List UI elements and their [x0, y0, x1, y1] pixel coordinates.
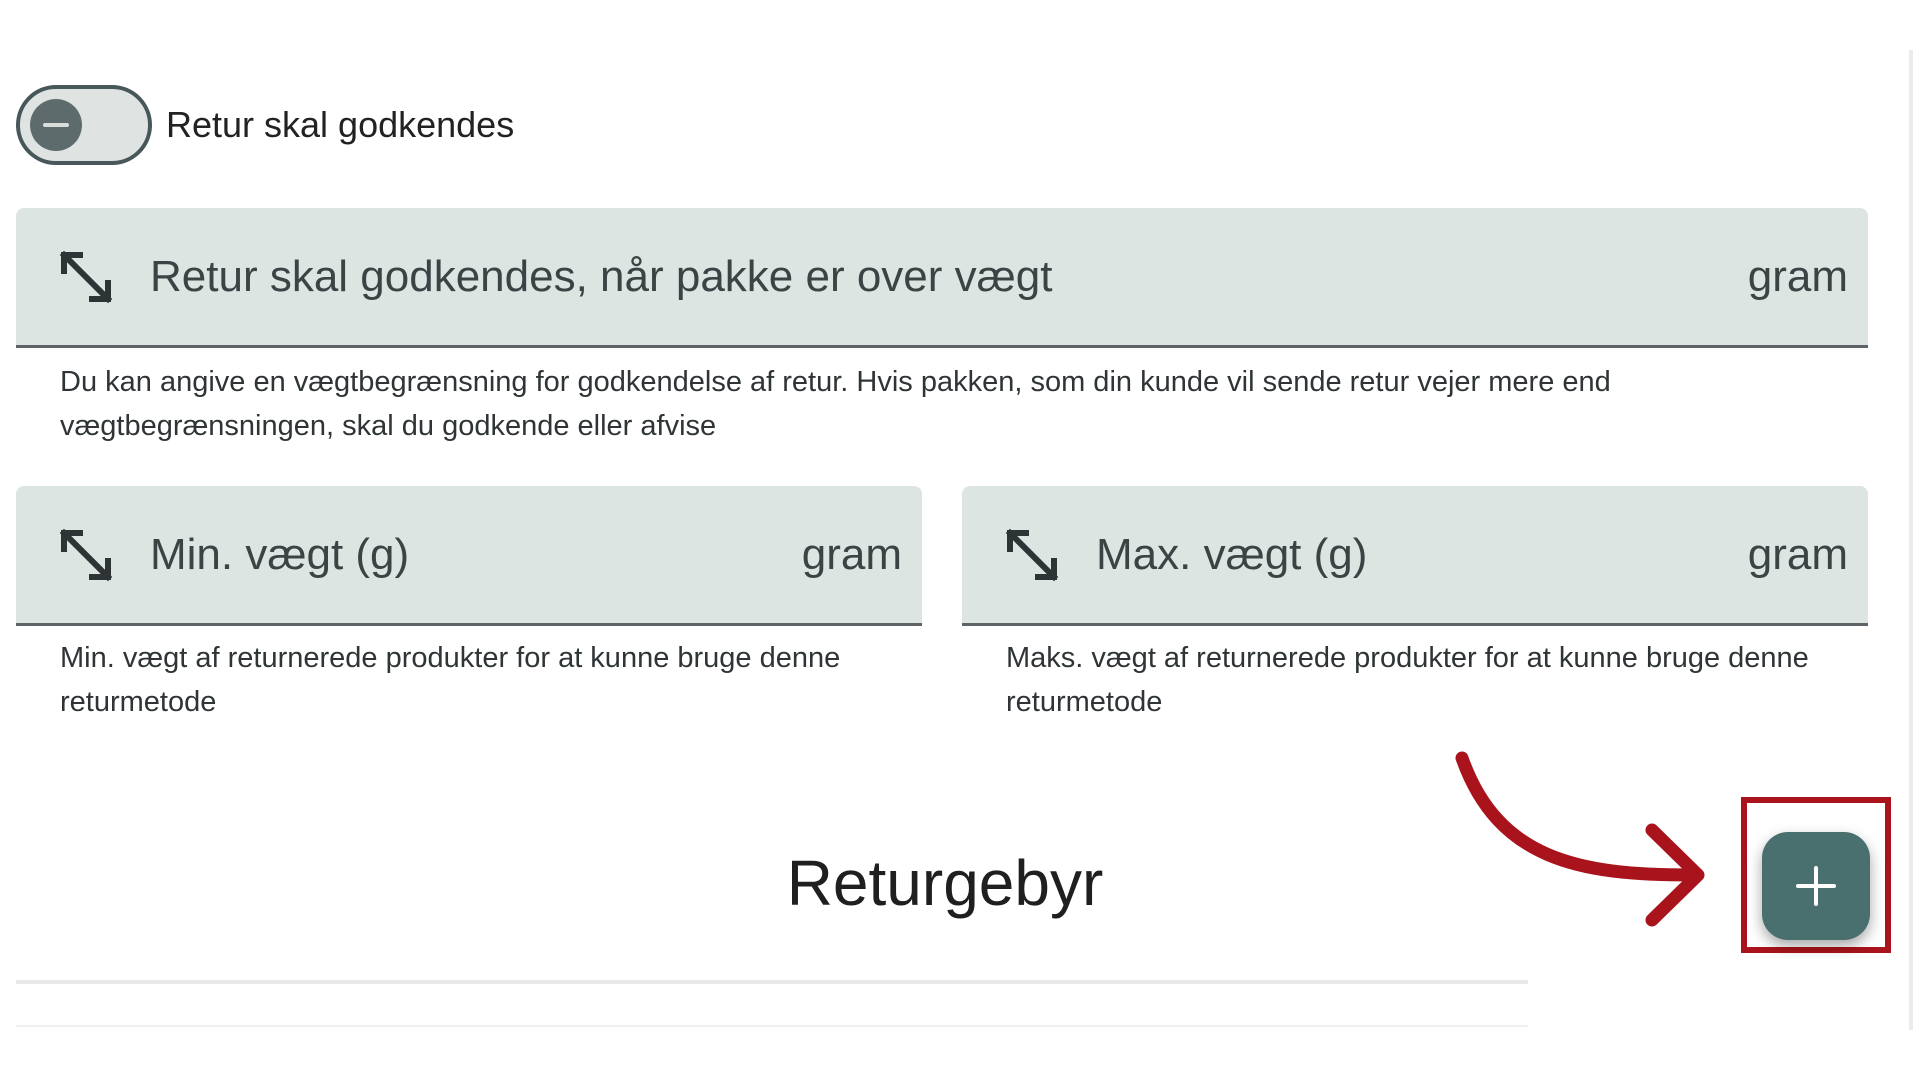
resize-diagonal-icon	[59, 250, 113, 303]
right-edge-divider	[1909, 50, 1913, 1030]
plus-icon	[1796, 866, 1836, 906]
resize-diagonal-icon	[1005, 528, 1059, 581]
max-weight-helper: Maks. vægt af returnerede produkter for …	[1006, 642, 1809, 718]
approval-toggle-switch[interactable]	[16, 85, 152, 165]
curved-arrow-icon	[1455, 751, 1705, 927]
min-weight-unit: gram	[801, 529, 902, 579]
max-weight-label: Max. vægt (g)	[1096, 529, 1368, 579]
weight-threshold-input[interactable]: Retur skal godkendes, når pakke er over …	[16, 208, 1868, 348]
weight-threshold-label: Retur skal godkendes, når pakke er over …	[150, 251, 1053, 301]
approval-toggle-label: Retur skal godkendes	[166, 104, 515, 145]
min-weight-label: Min. vægt (g)	[150, 529, 410, 579]
min-weight-input[interactable]: Min. vægt (g) gram	[16, 486, 922, 626]
min-weight-helper: Min. vægt af returnerede produkter for a…	[60, 642, 841, 718]
weight-threshold-helper: Du kan angive en vægtbegrænsning for god…	[60, 366, 1611, 442]
resize-diagonal-icon	[59, 528, 113, 581]
max-weight-unit: gram	[1747, 529, 1848, 579]
approval-toggle-row[interactable]: Retur skal godkendes	[16, 82, 514, 168]
section-divider	[16, 980, 1528, 984]
add-return-fee-button[interactable]	[1762, 832, 1870, 940]
section-divider-lower	[16, 1025, 1528, 1027]
weight-threshold-unit: gram	[1747, 251, 1848, 301]
toggle-knob-minus-icon	[30, 99, 82, 151]
max-weight-input[interactable]: Max. vægt (g) gram	[962, 486, 1868, 626]
